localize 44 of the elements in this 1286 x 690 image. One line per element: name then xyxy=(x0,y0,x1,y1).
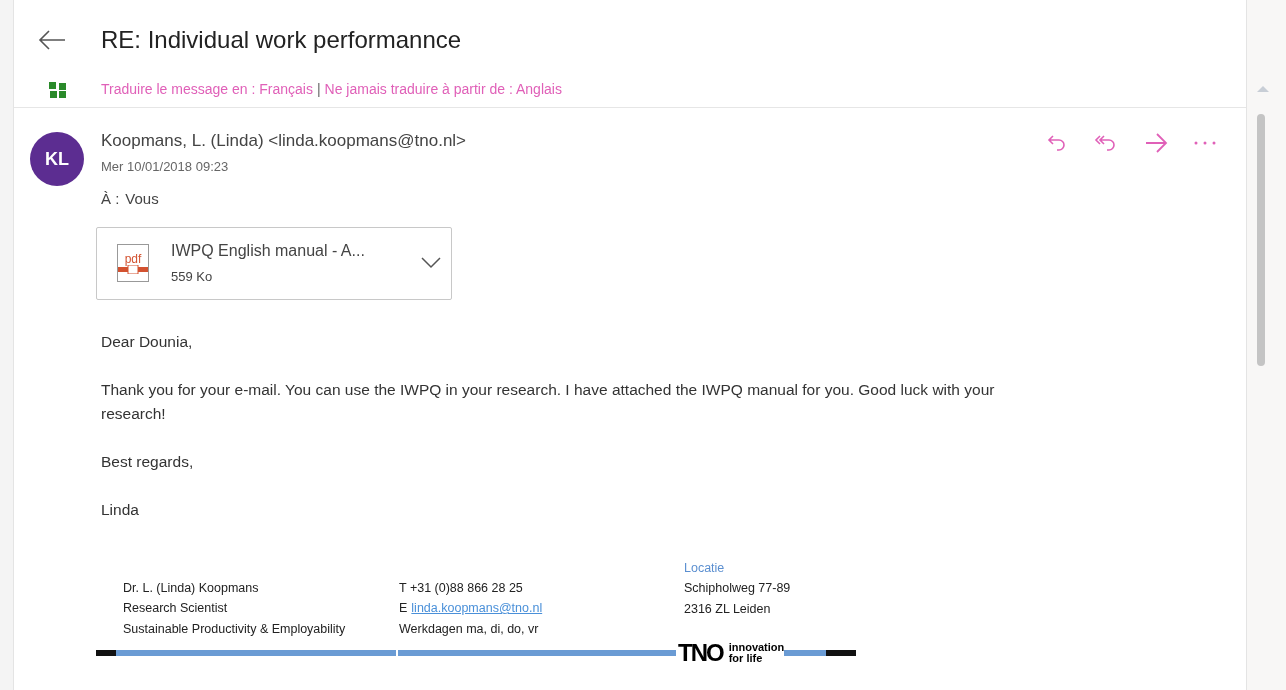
reply-icon xyxy=(1046,132,1068,154)
recipient: Vous xyxy=(125,189,159,209)
signature-line: Research Scientist xyxy=(123,600,229,617)
signature-line: Werkdagen ma, di, do, vr xyxy=(399,620,540,638)
back-arrow-icon xyxy=(38,29,66,51)
pdf-file-icon: pdf xyxy=(117,244,149,282)
attachment-card[interactable]: pdf IWPQ English manual - A... 559 Ko xyxy=(96,226,452,300)
more-icon xyxy=(1194,140,1216,146)
forward-arrow-icon xyxy=(1144,132,1168,154)
body-paragraph: Linda xyxy=(101,499,140,520)
logo-tagline: for life xyxy=(728,653,764,664)
logo-tagline: innovation xyxy=(728,642,785,653)
scrollbar-thumb[interactable] xyxy=(1257,114,1265,366)
body-paragraph: Thank you for your e-mail. You can use the IWPQ in your research. I have attached the IWPQ manual for you. Good luck with your research! xyxy=(101,379,996,424)
sent-date: Mer 10/01/2018 09:23 xyxy=(101,157,230,176)
avatar: KL xyxy=(30,132,84,186)
signature-line: T +31 (0)88 866 28 25 xyxy=(399,579,524,597)
forward-button[interactable] xyxy=(1144,132,1168,154)
to-label: À : xyxy=(101,189,120,209)
scrollbar[interactable] xyxy=(1246,0,1286,690)
attachment-name: IWPQ English manual - A... xyxy=(171,241,366,262)
body-paragraph: Dear Dounia, xyxy=(101,331,194,352)
signature-line: Dr. L. (Linda) Koopmans xyxy=(123,579,260,597)
chevron-down-icon xyxy=(421,257,441,269)
more-button[interactable] xyxy=(1194,140,1216,146)
scroll-up-icon xyxy=(1257,86,1269,92)
separator: | xyxy=(316,80,321,99)
body-paragraph: Best regards, xyxy=(101,451,195,472)
reply-all-icon xyxy=(1094,132,1118,154)
reply-all-button[interactable] xyxy=(1094,132,1118,154)
signature-line: Sustainable Productivity & Employability xyxy=(123,620,347,638)
reply-button[interactable] xyxy=(1046,132,1068,154)
email-link[interactable]: linda.koopmans@tno.nl xyxy=(411,598,543,619)
never-translate-link[interactable]: Ne jamais traduire à partir de : Anglais xyxy=(324,79,562,100)
sender-name: Koopmans, L. (Linda) <linda.koopmans@tno.nl> xyxy=(101,130,468,152)
address-line: 2316 ZL Leiden xyxy=(684,600,772,618)
tno-logo: TNO xyxy=(678,641,723,665)
location-heading: Locatie xyxy=(684,559,726,577)
attachment-size: 559 Ko xyxy=(171,268,214,287)
translate-icon xyxy=(48,80,68,99)
message-title: RE: Individual work performannce xyxy=(101,25,462,55)
address-line: Schipholweg 77-89 xyxy=(684,580,791,597)
translate-link[interactable]: Traduire le message en : Français xyxy=(101,79,313,100)
email-label: E xyxy=(399,600,408,617)
